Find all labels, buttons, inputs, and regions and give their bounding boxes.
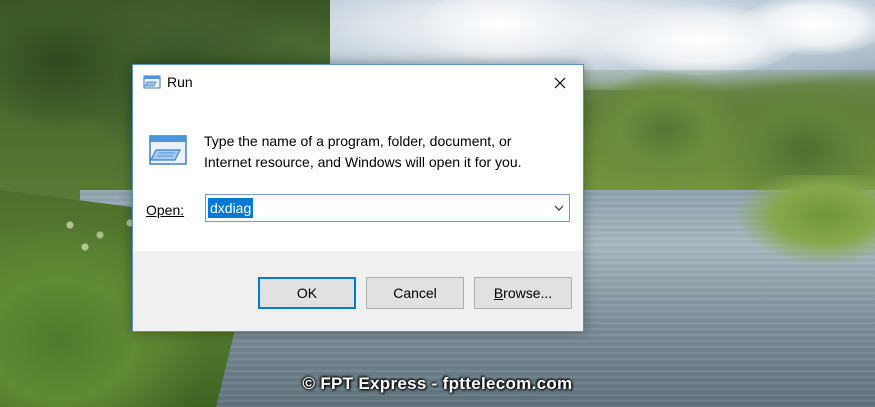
watermark: © FPT Express - fpttelecom.com [302, 374, 573, 393]
dialog-title: Run [167, 74, 193, 90]
cancel-button[interactable]: Cancel [366, 277, 464, 309]
browse-accelerator: B [493, 285, 504, 301]
run-icon [143, 75, 161, 89]
chevron-down-icon[interactable] [553, 202, 565, 214]
description-line-2: Internet resource, and Windows will open… [204, 154, 522, 170]
dialog-content: Type the name of a program, folder, docu… [133, 101, 583, 251]
browse-button[interactable]: Browse... [474, 277, 572, 309]
desktop-background: Run Type the name of a program, folder, … [0, 0, 875, 407]
close-button[interactable] [537, 65, 583, 101]
browse-label-rest: rowse... [503, 285, 553, 301]
close-icon [554, 77, 566, 89]
description-line-1: Type the name of a program, folder, docu… [204, 133, 512, 149]
open-label: Open: [146, 202, 184, 218]
open-combobox[interactable]: dxdiag [205, 194, 570, 222]
ok-button[interactable]: OK [258, 277, 356, 309]
open-input-value[interactable]: dxdiag [208, 198, 254, 218]
open-label-text: Open: [146, 202, 185, 218]
bank-right [735, 175, 875, 265]
dialog-description: Type the name of a program, folder, docu… [204, 131, 564, 173]
run-dialog: Run Type the name of a program, folder, … [132, 64, 584, 332]
dialog-footer: OK Cancel Browse... [133, 251, 583, 331]
run-app-icon [149, 135, 187, 165]
title-bar[interactable]: Run [133, 65, 583, 101]
